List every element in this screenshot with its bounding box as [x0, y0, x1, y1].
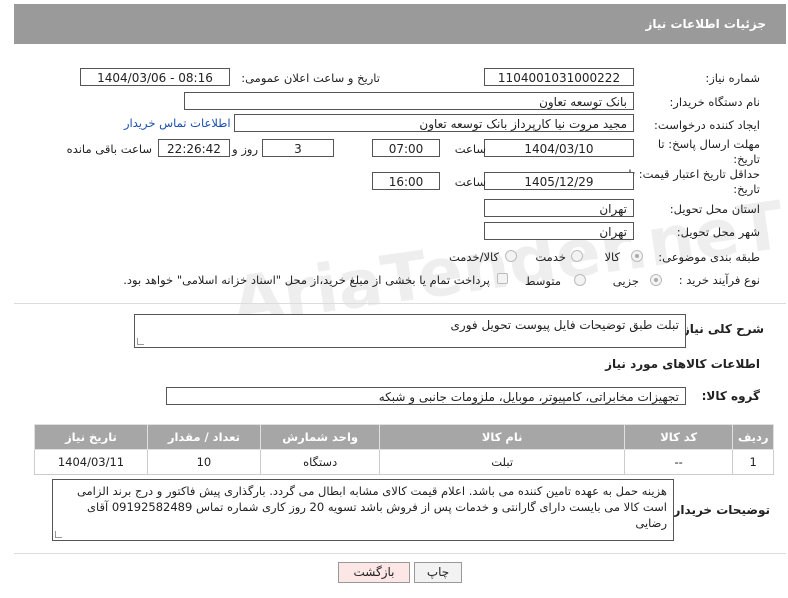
- buyer-org-field: بانک توسعه تعاون: [184, 92, 634, 110]
- col-header-item-code: کد کالا: [623, 424, 734, 450]
- col-header-unit: واحد شمارش: [259, 424, 381, 450]
- days-field: 3: [262, 139, 334, 157]
- remaining-label: ساعت باقی مانده: [66, 142, 152, 156]
- process-option-minor: جزیی: [612, 274, 639, 288]
- back-button[interactable]: بازگشت: [338, 562, 410, 583]
- reply-time-field: 07:00: [372, 139, 440, 157]
- city-label: شهر محل تحویل:: [676, 225, 760, 239]
- panel-title: جزئیات اطلاعات نیاز: [645, 17, 766, 31]
- col-header-row-number: ردیف: [732, 424, 774, 450]
- print-button[interactable]: چاپ: [414, 562, 462, 583]
- col-header-need-date: تاریخ نیاز: [34, 424, 148, 450]
- divider: [14, 303, 786, 304]
- cell-row-number: 1: [732, 449, 774, 475]
- resize-handle-icon[interactable]: [55, 531, 62, 538]
- cell-unit: دستگاه: [259, 449, 381, 475]
- reply-deadline-label: مهلت ارسال پاسخ: تا تاریخ:: [657, 137, 760, 166]
- announce-label: تاریخ و ساعت اعلان عمومی:: [241, 71, 380, 85]
- need-number-field: 1104001031000222: [484, 68, 634, 86]
- buyer-notes-text: هزینه حمل به عهده تامین کننده می باشد. ا…: [76, 484, 667, 530]
- process-radio-medium[interactable]: [574, 274, 586, 286]
- cell-item-code: --: [623, 449, 734, 475]
- description-text: تبلت طبق توضیحات فایل پیوست تحویل فوری: [450, 318, 680, 332]
- description-textarea[interactable]: تبلت طبق توضیحات فایل پیوست تحویل فوری: [134, 314, 686, 348]
- goods-group-field: تجهیزات مخابراتی، کامپیوتر، موبایل، ملزو…: [166, 387, 686, 405]
- announce-field: 1404/03/06 - 08:16: [80, 68, 230, 86]
- price-validity-label: حداقل تاریخ اعتبار قیمت: تا تاریخ:: [628, 167, 760, 196]
- price-time-label: ساعت: [454, 175, 486, 189]
- process-radio-minor[interactable]: [650, 274, 662, 286]
- category-radio-goods-service[interactable]: [505, 250, 517, 262]
- remaining-time-field: 22:26:42: [158, 139, 230, 157]
- days-label: روز و: [232, 142, 258, 156]
- reply-time-label: ساعت: [454, 142, 486, 156]
- price-time-field: 16:00: [372, 172, 440, 190]
- col-header-item-name: نام کالا: [379, 424, 625, 450]
- table-row: 1 -- تبلت دستگاه 10 1404/03/11: [34, 449, 774, 475]
- requester-label: ایجاد کننده درخواست:: [654, 118, 760, 132]
- divider: [14, 553, 786, 554]
- buyer-contact-link[interactable]: اطلاعات تماس خریدار: [124, 116, 231, 130]
- items-table: ردیف کد کالا نام کالا واحد شمارش تعداد /…: [34, 424, 774, 475]
- goods-section-title: اطلاعات کالاهای مورد نیاز: [605, 357, 760, 371]
- buyer-notes-textarea[interactable]: هزینه حمل به عهده تامین کننده می باشد. ا…: [52, 479, 674, 541]
- resize-handle-icon[interactable]: [137, 338, 144, 345]
- category-option-service: خدمت: [535, 250, 566, 264]
- price-date-field: 1405/12/29: [484, 172, 634, 190]
- treasury-payment-note: پرداخت تمام یا بخشی از مبلغ خرید،از محل …: [123, 273, 490, 287]
- goods-group-label: گروه کالا:: [701, 389, 760, 403]
- process-label: نوع فرآیند خرید :: [678, 273, 760, 287]
- category-option-goods-service: کالا/خدمت: [448, 250, 499, 264]
- cell-item-name: تبلت: [379, 449, 625, 475]
- province-label: استان محل تحویل:: [669, 202, 760, 216]
- province-field: تهران: [484, 199, 634, 217]
- need-number-label: شماره نیاز:: [705, 71, 760, 85]
- reply-date-field: 1404/03/10: [484, 139, 634, 157]
- cell-need-date: 1404/03/11: [34, 449, 148, 475]
- category-label: طبقه بندی موضوعی:: [658, 250, 760, 264]
- process-option-medium: متوسط: [524, 274, 561, 288]
- buyer-notes-label: توضیحات خریدار:: [668, 503, 770, 517]
- buyer-org-label: نام دستگاه خریدار:: [669, 95, 760, 109]
- category-radio-goods[interactable]: [631, 250, 643, 262]
- table-header-row: ردیف کد کالا نام کالا واحد شمارش تعداد /…: [34, 424, 774, 450]
- col-header-quantity: تعداد / مقدار: [146, 424, 261, 450]
- description-label: شرح کلی نیاز:: [678, 322, 764, 336]
- cell-quantity: 10: [146, 449, 261, 475]
- category-radio-service[interactable]: [571, 250, 583, 262]
- requester-field: مجید مروت نیا کارپرداز بانک توسعه تعاون: [234, 114, 634, 132]
- city-field: تهران: [484, 222, 634, 240]
- treasury-payment-checkbox[interactable]: [497, 273, 508, 284]
- panel-header: جزئیات اطلاعات نیاز: [14, 4, 786, 44]
- category-option-goods: کالا: [604, 250, 620, 264]
